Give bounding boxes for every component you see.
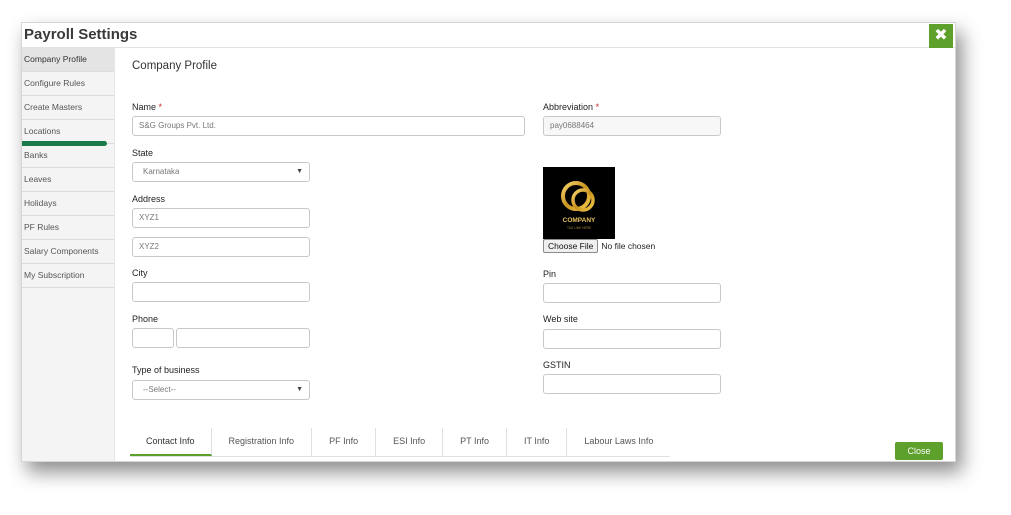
phone-code-input[interactable]	[132, 328, 174, 348]
abbreviation-label-text: Abbreviation	[543, 102, 594, 112]
sidebar-item-my-subscription[interactable]: My Subscription	[22, 264, 114, 288]
state-label: State	[132, 148, 154, 158]
tab-contact-info[interactable]: Contact Info	[130, 428, 212, 456]
gstin-input[interactable]	[543, 374, 721, 394]
logo-subtext: TAG LINE HERE	[567, 226, 591, 230]
tab-labour-laws-info[interactable]: Labour Laws Info	[567, 428, 670, 456]
sidebar-item-create-masters[interactable]: Create Masters	[22, 96, 114, 120]
address-line2-input[interactable]: XYZ2	[132, 237, 310, 257]
logo-text: COMPANY	[563, 217, 596, 224]
chevron-down-icon: ▼	[296, 168, 303, 175]
dialog-title: Payroll Settings	[24, 26, 138, 43]
sidebar-item-company-profile[interactable]: Company Profile	[22, 48, 114, 72]
tab-it-info[interactable]: IT Info	[507, 428, 568, 456]
pin-label: Pin	[543, 269, 557, 279]
city-label: City	[132, 268, 148, 278]
phone-label: Phone	[132, 314, 159, 324]
close-icon[interactable]: ✖	[929, 24, 953, 48]
sidebar-item-salary-components[interactable]: Salary Components	[22, 240, 114, 264]
name-label-text: Name	[132, 102, 157, 112]
type-of-business-value: --Select--	[143, 385, 176, 394]
close-button[interactable]: Close	[895, 442, 943, 460]
sidebar-item-holidays[interactable]: Holidays	[22, 192, 114, 216]
state-value: Karnataka	[143, 167, 180, 176]
required-mark: *	[595, 102, 600, 112]
tab-esi-info[interactable]: ESI Info	[376, 428, 444, 456]
state-select[interactable]: Karnataka ▼	[132, 162, 310, 182]
info-tabs: Contact Info Registration Info PF Info E…	[130, 428, 671, 457]
required-mark: *	[158, 102, 163, 112]
type-of-business-select[interactable]: --Select-- ▼	[132, 380, 310, 400]
abbreviation-input[interactable]: pay0688464	[543, 116, 721, 136]
sidebar: Company Profile Configure Rules Create M…	[22, 48, 115, 461]
type-of-business-label: Type of business	[132, 365, 200, 375]
logo-file-picker: Choose File No file chosen	[543, 239, 655, 253]
sidebar-item-configure-rules[interactable]: Configure Rules	[22, 72, 114, 96]
tab-registration-info[interactable]: Registration Info	[212, 428, 313, 456]
name-input[interactable]: S&G Groups Pvt. Ltd.	[132, 116, 525, 136]
choose-file-button[interactable]: Choose File	[543, 239, 599, 253]
company-logo: COMPANY TAG LINE HERE	[543, 167, 615, 239]
sidebar-item-banks[interactable]: Banks	[22, 144, 114, 168]
chevron-down-icon: ▼	[296, 386, 303, 393]
file-status: No file chosen	[601, 241, 656, 251]
pin-input[interactable]	[543, 283, 721, 303]
tab-pt-info[interactable]: PT Info	[443, 428, 507, 456]
city-input[interactable]	[132, 282, 310, 302]
address-line1-input[interactable]: XYZ1	[132, 208, 310, 228]
sidebar-item-leaves[interactable]: Leaves	[22, 168, 114, 192]
address-label: Address	[132, 194, 166, 204]
tab-pf-info[interactable]: PF Info	[312, 428, 377, 456]
gstin-label: GSTIN	[543, 360, 571, 370]
company-profile-form: Company Profile Name * S&G Groups Pvt. L…	[130, 48, 952, 461]
abbreviation-label: Abbreviation *	[543, 102, 599, 112]
sidebar-progress-bar	[22, 141, 107, 146]
sidebar-item-pf-rules[interactable]: PF Rules	[22, 216, 114, 240]
website-input[interactable]	[543, 329, 721, 349]
name-label: Name *	[132, 102, 162, 112]
website-label: Web site	[543, 314, 578, 324]
phone-number-input[interactable]	[176, 328, 310, 348]
title-bar: Payroll Settings ✖	[22, 23, 955, 48]
company-logo-graphic: COMPANY TAG LINE HERE	[561, 181, 596, 230]
payroll-settings-dialog: Payroll Settings ✖ Company Profile Confi…	[21, 22, 956, 462]
section-title: Company Profile	[132, 60, 218, 72]
